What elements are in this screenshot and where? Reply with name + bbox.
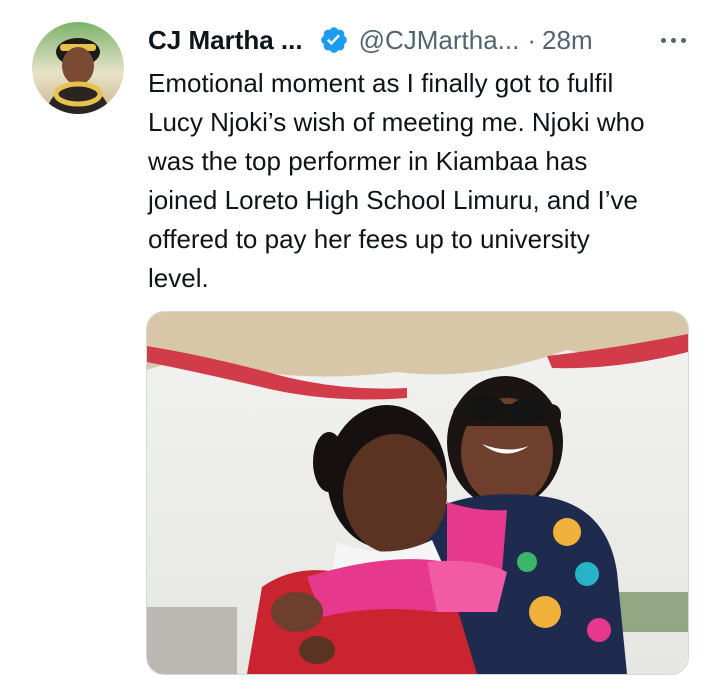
more-options-icon[interactable]: [653, 24, 693, 56]
avatar-image: [32, 22, 124, 114]
separator-dot: ·: [527, 24, 537, 55]
author-handle[interactable]: @CJMartha...: [359, 25, 520, 56]
avatar[interactable]: [32, 22, 124, 114]
tweet-photo[interactable]: [146, 311, 689, 675]
tweet-text: Emotional moment as I finally got to ful…: [148, 68, 645, 293]
tweet[interactable]: CJ Martha ... @CJMartha... · 28m Emotion…: [0, 0, 718, 685]
timestamp[interactable]: 28m: [542, 25, 593, 56]
tweet-header: CJ Martha ... @CJMartha... · 28m: [148, 20, 693, 60]
author-name[interactable]: CJ Martha ...: [148, 25, 303, 56]
photo-image: [147, 312, 688, 674]
verified-badge-icon: [319, 25, 349, 55]
